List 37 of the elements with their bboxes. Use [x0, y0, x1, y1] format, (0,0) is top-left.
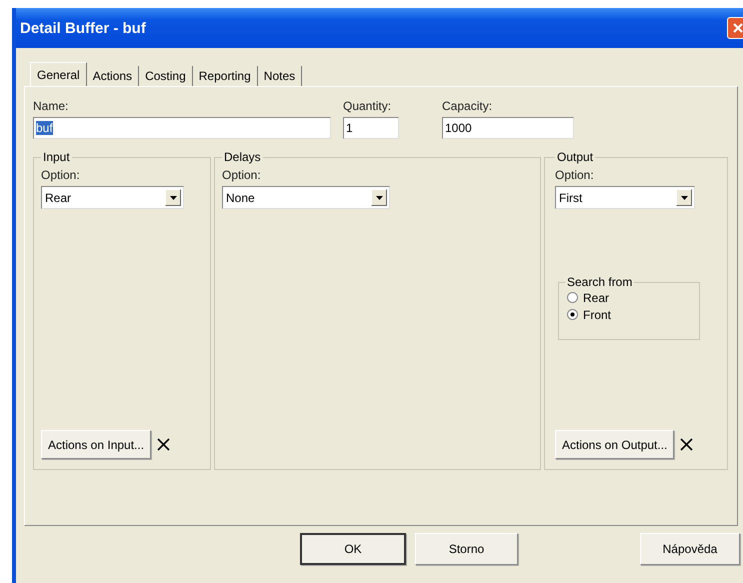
group-title: Search from — [565, 275, 634, 289]
close-icon — [732, 22, 743, 34]
tab[interactable]: General — [30, 62, 87, 86]
group-title: Delays — [222, 150, 263, 164]
field-label: Capacity: — [442, 99, 494, 113]
cross-icon[interactable] — [680, 438, 694, 451]
field-label: Quantity: — [343, 99, 392, 113]
option-dropdown[interactable]: First — [555, 186, 695, 209]
field-label: Name: — [33, 99, 70, 113]
radio-button[interactable] — [567, 292, 578, 303]
dropdown-arrow-icon — [376, 196, 382, 200]
radio-label: Rear — [583, 290, 610, 304]
radio-label: Front — [583, 308, 612, 322]
radio-button[interactable] — [567, 309, 578, 320]
group-title: Input — [41, 150, 72, 164]
option-dropdown[interactable]: None — [222, 186, 390, 209]
option-label: Option: — [555, 168, 595, 182]
text-field[interactable]: 1000 — [442, 117, 574, 139]
field-value: buf — [36, 121, 53, 135]
dropdown-arrow-icon — [170, 196, 176, 200]
dialog-button[interactable]: Storno — [415, 532, 518, 564]
text-field[interactable]: buf — [33, 117, 331, 139]
cross-icon[interactable] — [157, 438, 170, 451]
option-label: Option: — [41, 168, 81, 182]
field-value: 1000 — [445, 121, 472, 135]
dropdown-arrow-icon — [680, 196, 688, 200]
dialog-button[interactable]: Nápověda — [640, 532, 740, 564]
group-title: Output — [555, 150, 596, 164]
dialog-button[interactable]: OK — [300, 532, 406, 564]
option-label: Option: — [222, 168, 262, 182]
text-field[interactable]: 1 — [343, 117, 399, 139]
option-dropdown[interactable]: Rear — [41, 186, 184, 209]
field-value: 1 — [346, 121, 353, 135]
window-title: Detail Buffer - buf — [20, 20, 147, 36]
close-button[interactable] — [727, 17, 743, 39]
actions-button[interactable]: Actions on Output... — [555, 430, 674, 459]
actions-button[interactable]: Actions on Input... — [41, 430, 152, 459]
